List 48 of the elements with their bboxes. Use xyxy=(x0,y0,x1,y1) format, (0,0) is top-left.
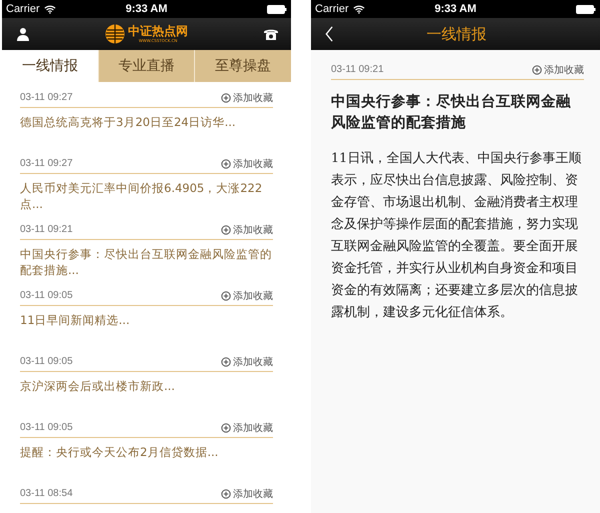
add-favorite-button[interactable]: 添加收藏 xyxy=(221,288,273,302)
news-time: 03-11 09:27 xyxy=(20,92,73,103)
status-time: 9:33 AM xyxy=(126,3,168,15)
add-favorite-button[interactable]: 添加收藏 xyxy=(221,156,273,170)
news-title[interactable]: 中国央行参事：尽快出台互联网金融风险监管的配套措施... xyxy=(20,246,273,278)
globe-logo-icon xyxy=(105,24,125,44)
add-favorite-button[interactable]: 添加收藏 xyxy=(221,420,273,434)
back-icon[interactable] xyxy=(325,26,334,42)
add-favorite-button[interactable]: 添加收藏 xyxy=(221,354,273,368)
battery-icon xyxy=(267,4,287,14)
tab[interactable]: 至尊操盘 xyxy=(194,50,291,82)
tab[interactable]: 专业直播 xyxy=(98,50,194,82)
add-favorite-button[interactable]: 添加收藏 xyxy=(532,62,584,76)
news-title[interactable]: 提醒：央行或今天公布2月信贷数据... xyxy=(20,444,273,460)
plus-circle-icon xyxy=(221,92,231,102)
telephone-icon[interactable] xyxy=(263,27,279,41)
news-title[interactable]: 人民币对美元汇率中间价报6.4905，大涨222点... xyxy=(20,180,273,212)
news-time: 03-11 08:54 xyxy=(20,488,73,499)
plus-circle-icon xyxy=(532,64,542,74)
plus-circle-icon xyxy=(221,290,231,300)
news-time: 03-11 09:21 xyxy=(331,64,384,75)
carrier-label: Carrier xyxy=(315,3,349,15)
wifi-icon xyxy=(44,4,56,14)
add-favorite-button[interactable]: 添加收藏 xyxy=(221,486,273,500)
article-body: 11日讯，全国人大代表、中国央行参事王顺表示，应尽快出台信息披露、风险控制、资金存管、市场退出机制、金融消费者主权理念及保护等操作层面的配套措施，努力实现互联网金融风险监管的全覆盖。要全面开展资金托管，并实行从业机构自身资金和项目资金的有效隔离；还要建立多层次的信息披露机制，建设多元化征信体系。 xyxy=(331,150,582,322)
news-time: 03-11 09:05 xyxy=(20,356,73,367)
news-time: 03-11 09:27 xyxy=(20,158,73,169)
status-time: 9:33 AM xyxy=(434,3,476,15)
wifi-icon xyxy=(352,4,365,14)
plus-circle-icon xyxy=(221,422,231,432)
plus-circle-icon xyxy=(221,224,231,234)
plus-circle-icon xyxy=(221,488,231,498)
news-title[interactable]: 11日早间新闻精选... xyxy=(20,312,273,328)
person-icon[interactable] xyxy=(16,27,30,41)
news-time: 03-11 09:21 xyxy=(20,224,73,235)
battery-icon xyxy=(576,4,596,14)
carrier-label: Carrier xyxy=(6,3,40,15)
logo-name: 中证热点网 xyxy=(128,25,188,38)
add-favorite-button[interactable]: 添加收藏 xyxy=(221,222,273,236)
news-time: 03-11 09:05 xyxy=(20,290,73,301)
article-headline: 中国央行参事：尽快出台互联网金融风险监管的配套措施 xyxy=(331,92,572,133)
news-title[interactable]: 京沪深两会后或出楼市新政... xyxy=(20,378,273,394)
nav-title: 一线情报 xyxy=(426,24,486,44)
add-favorite-button[interactable]: 添加收藏 xyxy=(221,90,273,104)
plus-circle-icon xyxy=(221,356,231,366)
news-title[interactable]: 德国总统高克将于3月20日至24日访华... xyxy=(20,114,273,130)
plus-circle-icon xyxy=(221,158,231,168)
news-time: 03-11 09:05 xyxy=(20,422,73,433)
